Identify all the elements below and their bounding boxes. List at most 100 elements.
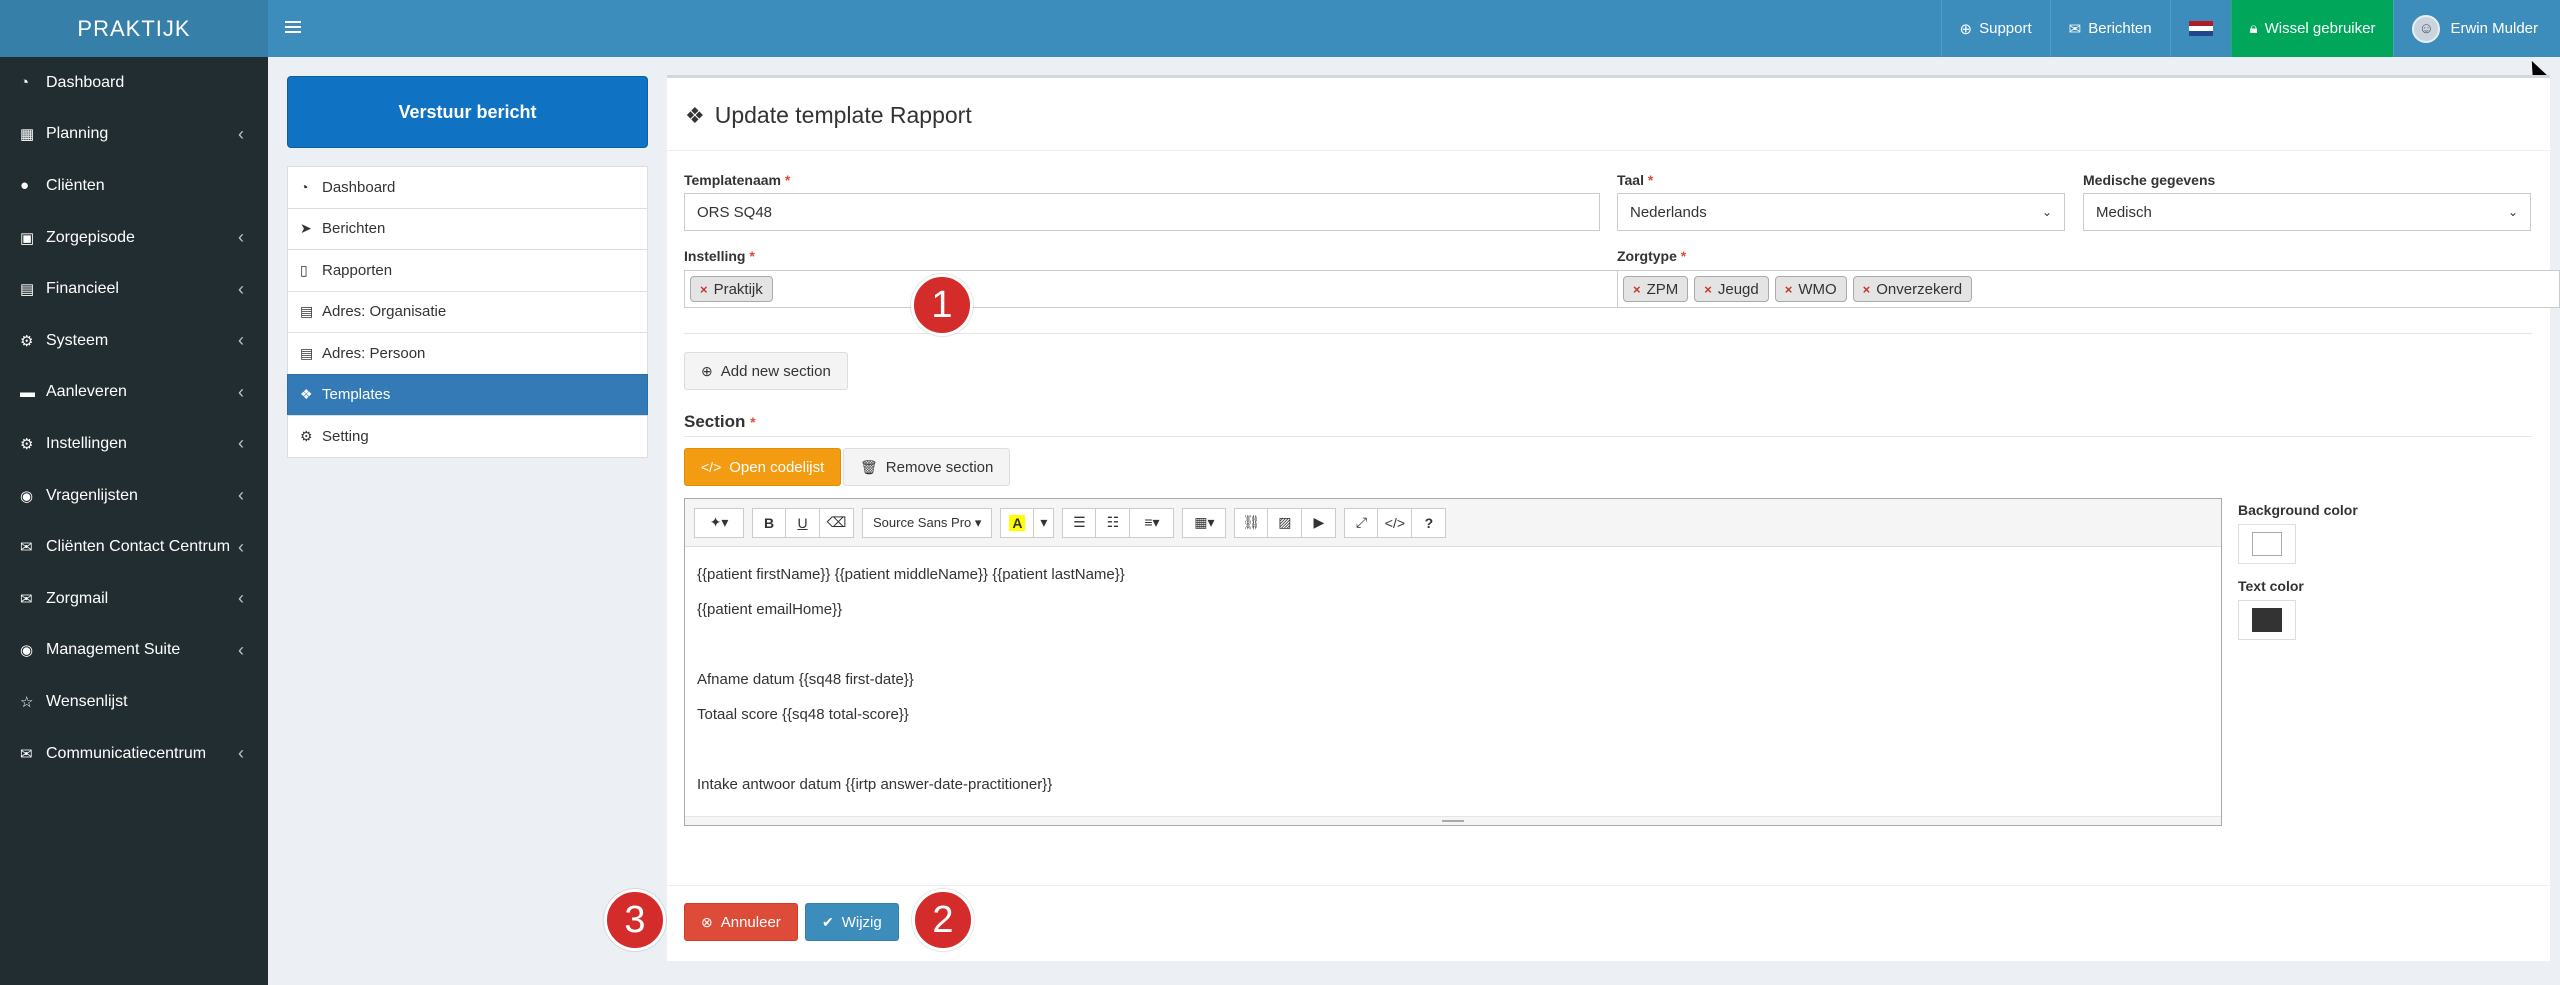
messages-link[interactable]: ✉ Berichten xyxy=(2049,0,2170,57)
bold-button[interactable]: B xyxy=(752,507,786,538)
subnav-item-label: Adres: Persoon xyxy=(322,344,426,362)
link-icon: ⛓ xyxy=(1242,514,1261,530)
picture-button[interactable]: ▨ xyxy=(1268,507,1303,538)
add-section-button[interactable]: ⊕ Add new section xyxy=(684,352,848,390)
cancel-button[interactable]: ⊗ Annuleer xyxy=(684,903,798,941)
chevron-left-icon: ‹ xyxy=(238,123,244,144)
medisch-select[interactable]: Medisch ⌄ xyxy=(2083,193,2531,231)
switch-user-button[interactable]: 🔒︎ Wissel gebruiker xyxy=(2230,0,2394,57)
background-color-swatch xyxy=(2252,532,2282,556)
footer-divider xyxy=(667,885,2550,886)
color-dropdown-button[interactable]: ▾ xyxy=(1034,507,1055,538)
sidebar-item-financieel[interactable]: ▤ Financieel ‹ xyxy=(0,263,268,315)
zorgtype-tag[interactable]: × Jeugd xyxy=(1694,276,1769,302)
font-family-select[interactable]: Source Sans Pro ▾ xyxy=(862,507,993,538)
highlight-color-button[interactable]: A xyxy=(1000,507,1035,538)
instelling-multiselect[interactable]: × Praktijk xyxy=(684,270,1618,308)
user-menu[interactable]: ☺ Erwin Mulder xyxy=(2393,0,2560,57)
codeview-button[interactable]: </> xyxy=(1378,507,1413,538)
sidebar-item-dashboard[interactable]: ◔ Dashboard xyxy=(0,57,268,109)
instelling-tag[interactable]: × Praktijk xyxy=(690,276,773,302)
support-link[interactable]: ⊕ Support xyxy=(1940,0,2050,57)
numbered-list-button[interactable]: ☷ xyxy=(1096,507,1131,538)
sidebar-item-management-suite[interactable]: ◉ Management Suite ‹ xyxy=(0,625,268,677)
subnav-item-label: Rapporten xyxy=(322,261,393,279)
sidebar-item-wensenlijst[interactable]: ☆ Wensenlijst xyxy=(0,676,268,728)
title-divider xyxy=(667,150,2550,151)
taal-select[interactable]: Nederlands ⌄ xyxy=(1617,193,2065,231)
subnav-item-dashboard[interactable]: ◔ Dashboard xyxy=(287,166,648,209)
link-button[interactable]: ⛓ xyxy=(1234,507,1269,538)
zorgtype-multiselect[interactable]: × ZPM × Jeugd × WMO × Onverzekerd xyxy=(1617,270,2560,308)
video-button[interactable]: ▶ xyxy=(1302,507,1337,538)
calendar-icon: ▦ xyxy=(20,126,35,144)
subnav-item-setting[interactable]: ⚙ Setting xyxy=(287,415,648,458)
remove-tag-icon[interactable]: × xyxy=(1633,282,1641,297)
zorgtype-tag[interactable]: × WMO xyxy=(1774,276,1847,302)
cogs-icon: ⚙ xyxy=(300,427,313,444)
switch-user-label: Wissel gebruiker xyxy=(2264,20,2376,37)
help-button[interactable]: ? xyxy=(1412,507,1447,538)
text-color-swatch xyxy=(2252,608,2282,632)
remove-tag-icon[interactable]: × xyxy=(700,282,708,297)
sidebar-item-clienten[interactable]: ● Cliënten xyxy=(0,160,268,212)
annotation-marker-1: 1 xyxy=(911,274,973,336)
medisch-value: Medisch xyxy=(2096,203,2152,221)
file-icon: ▯ xyxy=(300,261,308,278)
sidebar-item-instellingen[interactable]: ⚙ Instellingen ‹ xyxy=(0,418,268,470)
chevron-left-icon: ‹ xyxy=(238,330,244,351)
remove-tag-icon[interactable]: × xyxy=(1704,282,1712,297)
question-icon: ? xyxy=(1424,514,1434,531)
cubes-icon: ❖ xyxy=(300,386,313,403)
subnav-item-rapporten[interactable]: ▯ Rapporten xyxy=(287,249,648,292)
submit-button[interactable]: ✔ Wijzig xyxy=(805,903,899,941)
editor-content[interactable]: {{patient firstName}} {{patient middleNa… xyxy=(685,547,2221,812)
avatar: ☺ xyxy=(2412,14,2441,43)
zorgtype-tag[interactable]: × ZPM xyxy=(1623,276,1689,302)
zorgtype-label: Zorgtype * xyxy=(1617,248,1687,264)
sidebar-toggle-icon[interactable] xyxy=(285,18,301,38)
list-ol-icon: ☷ xyxy=(1106,514,1120,530)
fullscreen-button[interactable]: ⤢ xyxy=(1344,507,1379,538)
editor-resize-handle[interactable] xyxy=(685,816,2221,825)
clear-format-button[interactable]: ⌫ xyxy=(820,507,854,538)
sidebar-item-vragenlijsten[interactable]: ◉ Vragenlijsten ‹ xyxy=(0,470,268,522)
magic-style-button[interactable]: ✦▾ xyxy=(694,507,744,538)
sidebar-item-planning[interactable]: ▦ Planning ‹ xyxy=(0,109,268,161)
bold-icon: B xyxy=(763,514,775,531)
subnav-item-berichten[interactable]: ➤ Berichten xyxy=(287,207,648,250)
table-button[interactable]: ▦▾ xyxy=(1182,507,1227,538)
sidebar-item-label: Communicatiecentrum xyxy=(46,744,207,762)
sidebar-item-contact-centrum[interactable]: ✉ Cliënten Contact Centrum ‹ xyxy=(0,521,268,573)
cogs-icon: ⚙ xyxy=(20,332,34,350)
bullet-list-button[interactable]: ☰ xyxy=(1062,507,1097,538)
subnav-item-adres-organisatie[interactable]: ▤ Adres: Organisatie xyxy=(287,290,648,333)
sidebar-item-zorgmail[interactable]: ✉ Zorgmail ‹ xyxy=(0,573,268,625)
sidebar-item-zorgepisode[interactable]: ▣ Zorgepisode ‹ xyxy=(0,212,268,264)
remove-section-button[interactable]: 🗑︎ Remove section xyxy=(843,448,1011,486)
subnav-item-templates[interactable]: ❖ Templates xyxy=(287,373,648,416)
sidebar-item-communicatiecentrum[interactable]: ✉ Communicatiecentrum ‹ xyxy=(0,728,268,780)
language-flag[interactable] xyxy=(2169,0,2231,57)
sidebar-item-aanleveren[interactable]: ▬ Aanleveren ‹ xyxy=(0,367,268,419)
chevron-left-icon: ‹ xyxy=(238,588,244,609)
open-codelijst-button[interactable]: </> Open codelijst xyxy=(684,448,842,486)
subnav-item-adres-persoon[interactable]: ▤ Adres: Persoon xyxy=(287,332,648,375)
cancel-label: Annuleer xyxy=(720,913,781,931)
underline-button[interactable]: U xyxy=(786,507,820,538)
globe-icon: ◉ xyxy=(20,487,34,505)
form-divider xyxy=(684,333,2532,334)
send-message-button[interactable]: Verstuur bericht xyxy=(287,76,648,148)
sidebar-item-systeem[interactable]: ⚙ Systeem ‹ xyxy=(0,315,268,367)
templatenaam-input[interactable]: ORS SQ48 xyxy=(684,193,1600,231)
remove-tag-icon[interactable]: × xyxy=(1785,282,1793,297)
text-color-picker[interactable] xyxy=(2238,600,2296,640)
app-logo[interactable]: PRAKTIJK xyxy=(0,0,268,57)
remove-tag-icon[interactable]: × xyxy=(1863,282,1871,297)
zorgtype-tag[interactable]: × Onverzekerd xyxy=(1852,276,1973,302)
truck-icon: ▬ xyxy=(20,383,35,401)
paragraph-button[interactable]: ≡▾ xyxy=(1130,507,1175,538)
subnav-item-label: Dashboard xyxy=(322,178,396,196)
background-color-picker[interactable] xyxy=(2238,524,2296,564)
